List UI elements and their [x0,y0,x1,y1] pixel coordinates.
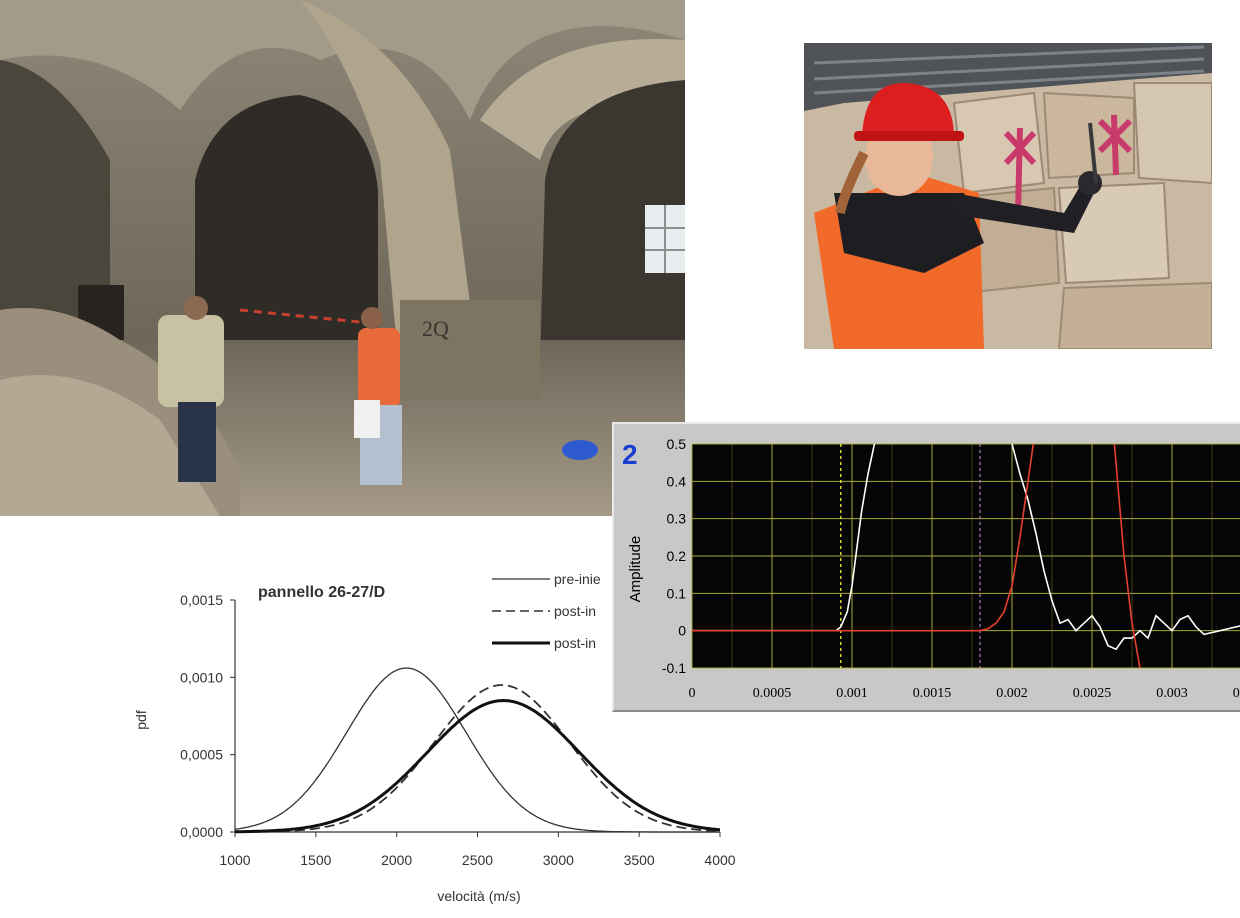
scope-x-ticks: 00.00050.0010.00150.0020.00250.0030.0035 [689,686,1240,701]
pdf-x-tick-label: 1500 [300,852,331,868]
pdf-curves [235,668,720,832]
worker-photo [804,43,1212,349]
pdf-chart: pannello 26-27/D pre-inie post-in post-i… [120,560,760,913]
pdf-y-tick-label: 0,0015 [180,592,223,608]
scope-panel-number: 2 [622,439,638,470]
hall-photo-drawing: 2Q [0,0,685,516]
scope-y-tick-label: 0.3 [667,511,687,527]
pdf-y-tick-label: 0,0000 [180,824,223,840]
scope-x-tick-label: 0.001 [836,686,868,701]
pdf-x-axis-label: velocità (m/s) [437,888,520,904]
pdf-x-tick-label: 2000 [381,852,412,868]
pdf-series-line-3 [235,701,720,832]
pdf-axes: 0,0015 0,0010 0,0005 0,0000 1000 1500 2000 2500… [180,592,736,868]
scope-x-tick-label: 0.0035 [1233,686,1240,701]
pdf-chart-svg: pannello 26-27/D pre-inie post-in post-i… [120,560,760,913]
scope-y-tick-label: 0.5 [667,436,687,452]
worker-photo-drawing [804,43,1212,349]
pdf-x-tick-label: 3500 [624,852,655,868]
scope-y-tick-label: 0.4 [667,473,687,489]
pdf-series-line-1 [235,668,720,832]
scope-x-tick-label: 0.002 [996,686,1028,701]
pdf-x-tick-label: 3000 [543,852,574,868]
scope-x-tick-label: 0.003 [1156,686,1188,701]
hall-photo: 2Q [0,0,685,516]
scope-x-tick-label: 0.0015 [913,686,952,701]
legend-label-post-thick: post-in [554,635,596,651]
wall-marking: 2Q [422,316,449,341]
scope-x-tick-label: 0.0025 [1073,686,1112,701]
legend-label-pre: pre-inie [554,571,601,587]
pdf-x-tick-label: 4000 [704,852,735,868]
pdf-x-tick-label: 2500 [462,852,493,868]
pdf-y-axis-label: pdf [133,710,149,730]
pdf-legend: pre-inie post-in post-in [492,571,601,651]
pdf-chart-title: pannello 26-27/D [258,584,385,601]
pdf-x-tick-label: 1000 [219,852,250,868]
pdf-y-tick-label: 0,0005 [180,747,223,763]
pdf-y-tick-label: 0,0010 [180,669,223,685]
legend-label-post-dashed: post-in [554,603,596,619]
